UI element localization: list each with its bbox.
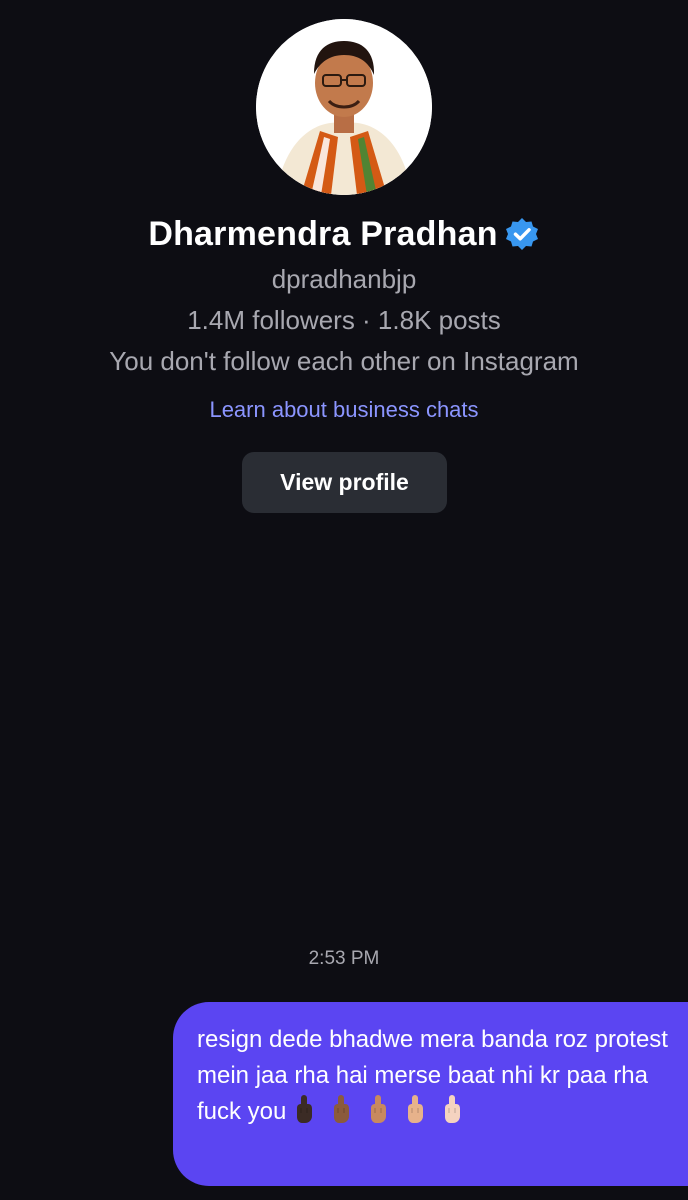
- follow-status: You don't follow each other on Instagram: [109, 346, 579, 376]
- view-profile-button[interactable]: View profile: [242, 452, 447, 513]
- middle-finger-emoji-icon: [404, 1094, 426, 1124]
- message-timestamp: 2:53 PM: [308, 948, 380, 969]
- chat-profile-header: Dharmendra Pradhan dpradhanbjp 1.4M foll…: [0, 0, 688, 520]
- middle-finger-emoji-icon: [367, 1094, 389, 1124]
- middle-finger-emoji-icon: [441, 1094, 463, 1124]
- sent-message-bubble[interactable]: resign dede bhadwe mera banda roz protes…: [173, 1002, 688, 1186]
- middle-finger-emoji-icon: [293, 1094, 315, 1124]
- emoji-row: [293, 1095, 463, 1125]
- message-text: resign dede bhadwe mera banda roz protes…: [197, 1022, 674, 1130]
- profile-avatar[interactable]: [256, 19, 432, 195]
- learn-business-chats-link[interactable]: Learn about business chats: [0, 397, 688, 423]
- username: dpradhanbjp: [271, 264, 417, 294]
- display-name: Dharmendra Pradhan: [148, 214, 498, 253]
- middle-finger-emoji-icon: [330, 1094, 352, 1124]
- profile-stats: 1.4M followers · 1.8K posts: [187, 305, 501, 335]
- display-name-row: Dharmendra Pradhan: [0, 210, 688, 258]
- verified-badge-icon: [504, 216, 540, 252]
